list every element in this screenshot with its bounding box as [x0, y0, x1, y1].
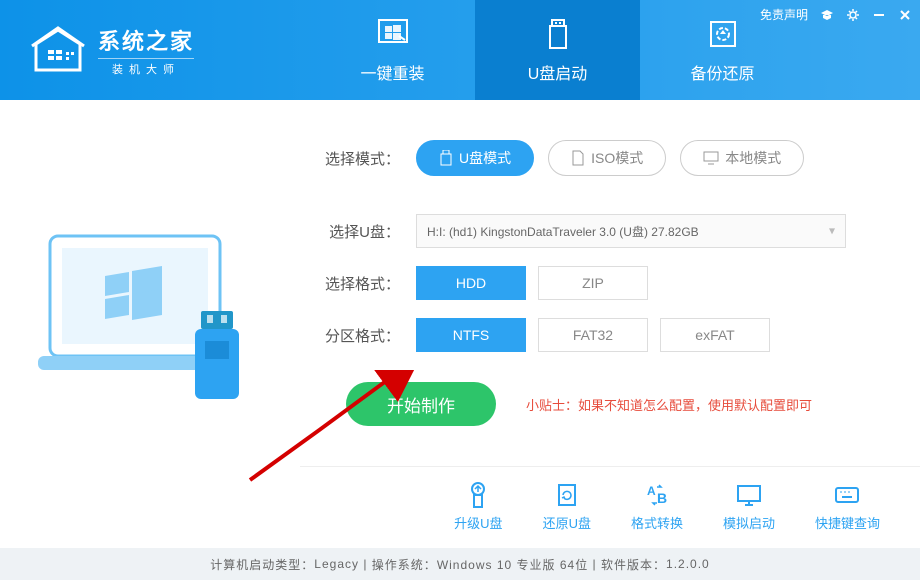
- disclaimer-link[interactable]: 免责声明: [760, 6, 808, 23]
- simulate-boot-icon: [735, 481, 763, 509]
- tip-text: 如果不知道怎么配置，使用默认配置即可: [578, 398, 812, 413]
- laptop-usb-illustration-icon: [30, 206, 270, 426]
- partition-fat32-button[interactable]: FAT32: [538, 318, 648, 352]
- status-os-label: 操作系统：: [372, 556, 437, 573]
- iso-file-icon: [571, 150, 585, 166]
- drive-label: 选择U盘：: [320, 221, 400, 242]
- start-create-button[interactable]: 开始制作: [346, 382, 496, 426]
- status-ver: 1.2.0.0: [666, 557, 710, 571]
- header: 系统之家 装机大师 一键重装 U盘启动 备份还原 免责声明: [0, 0, 920, 100]
- tab-label: 备份还原: [690, 60, 754, 84]
- statusbar: 计算机启动类型： Legacy | 操作系统： Windows 10 专业版 6…: [0, 548, 920, 580]
- tool-upgrade-usb[interactable]: 升级U盘: [454, 481, 502, 532]
- logo-subtitle: 装机大师: [98, 58, 194, 77]
- format-hdd-button[interactable]: HDD: [416, 266, 526, 300]
- hotkey-lookup-icon: [833, 481, 861, 509]
- status-os: Windows 10 专业版 64位: [437, 556, 588, 573]
- drive-value: H:I: (hd1) KingstonDataTraveler 3.0 (U盘)…: [427, 223, 699, 240]
- tool-hotkey-lookup[interactable]: 快捷键查询: [815, 481, 880, 532]
- format-zip-button[interactable]: ZIP: [538, 266, 648, 300]
- partition-label: 分区格式：: [320, 325, 400, 346]
- gear-icon[interactable]: [846, 8, 860, 22]
- bottom-toolbar: 升级U盘 还原U盘 AB 格式转换 模拟启动 快捷键查询: [300, 466, 920, 532]
- usb-drive-icon: [540, 16, 576, 52]
- mode-iso-button[interactable]: ISO模式: [548, 140, 666, 176]
- partition-exfat-button[interactable]: exFAT: [660, 318, 770, 352]
- partition-ntfs-button[interactable]: NTFS: [416, 318, 526, 352]
- tip: 小贴士：如果不知道怎么配置，使用默认配置即可: [526, 395, 812, 414]
- house-logo-icon: [30, 26, 86, 74]
- format-convert-icon: AB: [643, 481, 671, 509]
- mode-local-button[interactable]: 本地模式: [680, 140, 804, 176]
- window-controls: 免责声明: [760, 6, 912, 23]
- format-label: 选择格式：: [320, 273, 400, 294]
- tab-label: U盘启动: [528, 60, 588, 84]
- illustration: [0, 100, 300, 532]
- status-boot-type: Legacy: [314, 557, 359, 571]
- status-ver-label: 软件版本：: [601, 556, 666, 573]
- minimize-icon[interactable]: [872, 8, 886, 22]
- logo-title: 系统之家: [98, 24, 194, 56]
- tool-format-convert[interactable]: AB 格式转换: [631, 481, 683, 532]
- status-boot-type-label: 计算机启动类型：: [210, 556, 314, 573]
- mode-label: 选择模式：: [320, 148, 400, 169]
- drive-dropdown[interactable]: H:I: (hd1) KingstonDataTraveler 3.0 (U盘)…: [416, 214, 846, 248]
- windows-reinstall-icon: [375, 16, 411, 52]
- monitor-icon: [703, 151, 719, 165]
- tool-restore-usb[interactable]: 还原U盘: [543, 481, 591, 532]
- tool-simulate-boot[interactable]: 模拟启动: [723, 481, 775, 532]
- tab-label: 一键重装: [360, 60, 424, 84]
- tab-usb-boot[interactable]: U盘启动: [475, 0, 640, 100]
- tip-label: 小贴士：: [526, 398, 578, 413]
- logo-area: 系统之家 装机大师: [0, 24, 310, 77]
- restore-usb-icon: [553, 481, 581, 509]
- svg-text:B: B: [657, 490, 667, 506]
- svg-text:A: A: [647, 484, 656, 498]
- backup-restore-icon: [705, 16, 741, 52]
- mode-usb-button[interactable]: U盘模式: [416, 140, 534, 176]
- usb-small-icon: [439, 150, 453, 166]
- close-icon[interactable]: [898, 8, 912, 22]
- graduation-icon[interactable]: [820, 8, 834, 22]
- tab-reinstall[interactable]: 一键重装: [310, 0, 475, 100]
- upgrade-usb-icon: [464, 481, 492, 509]
